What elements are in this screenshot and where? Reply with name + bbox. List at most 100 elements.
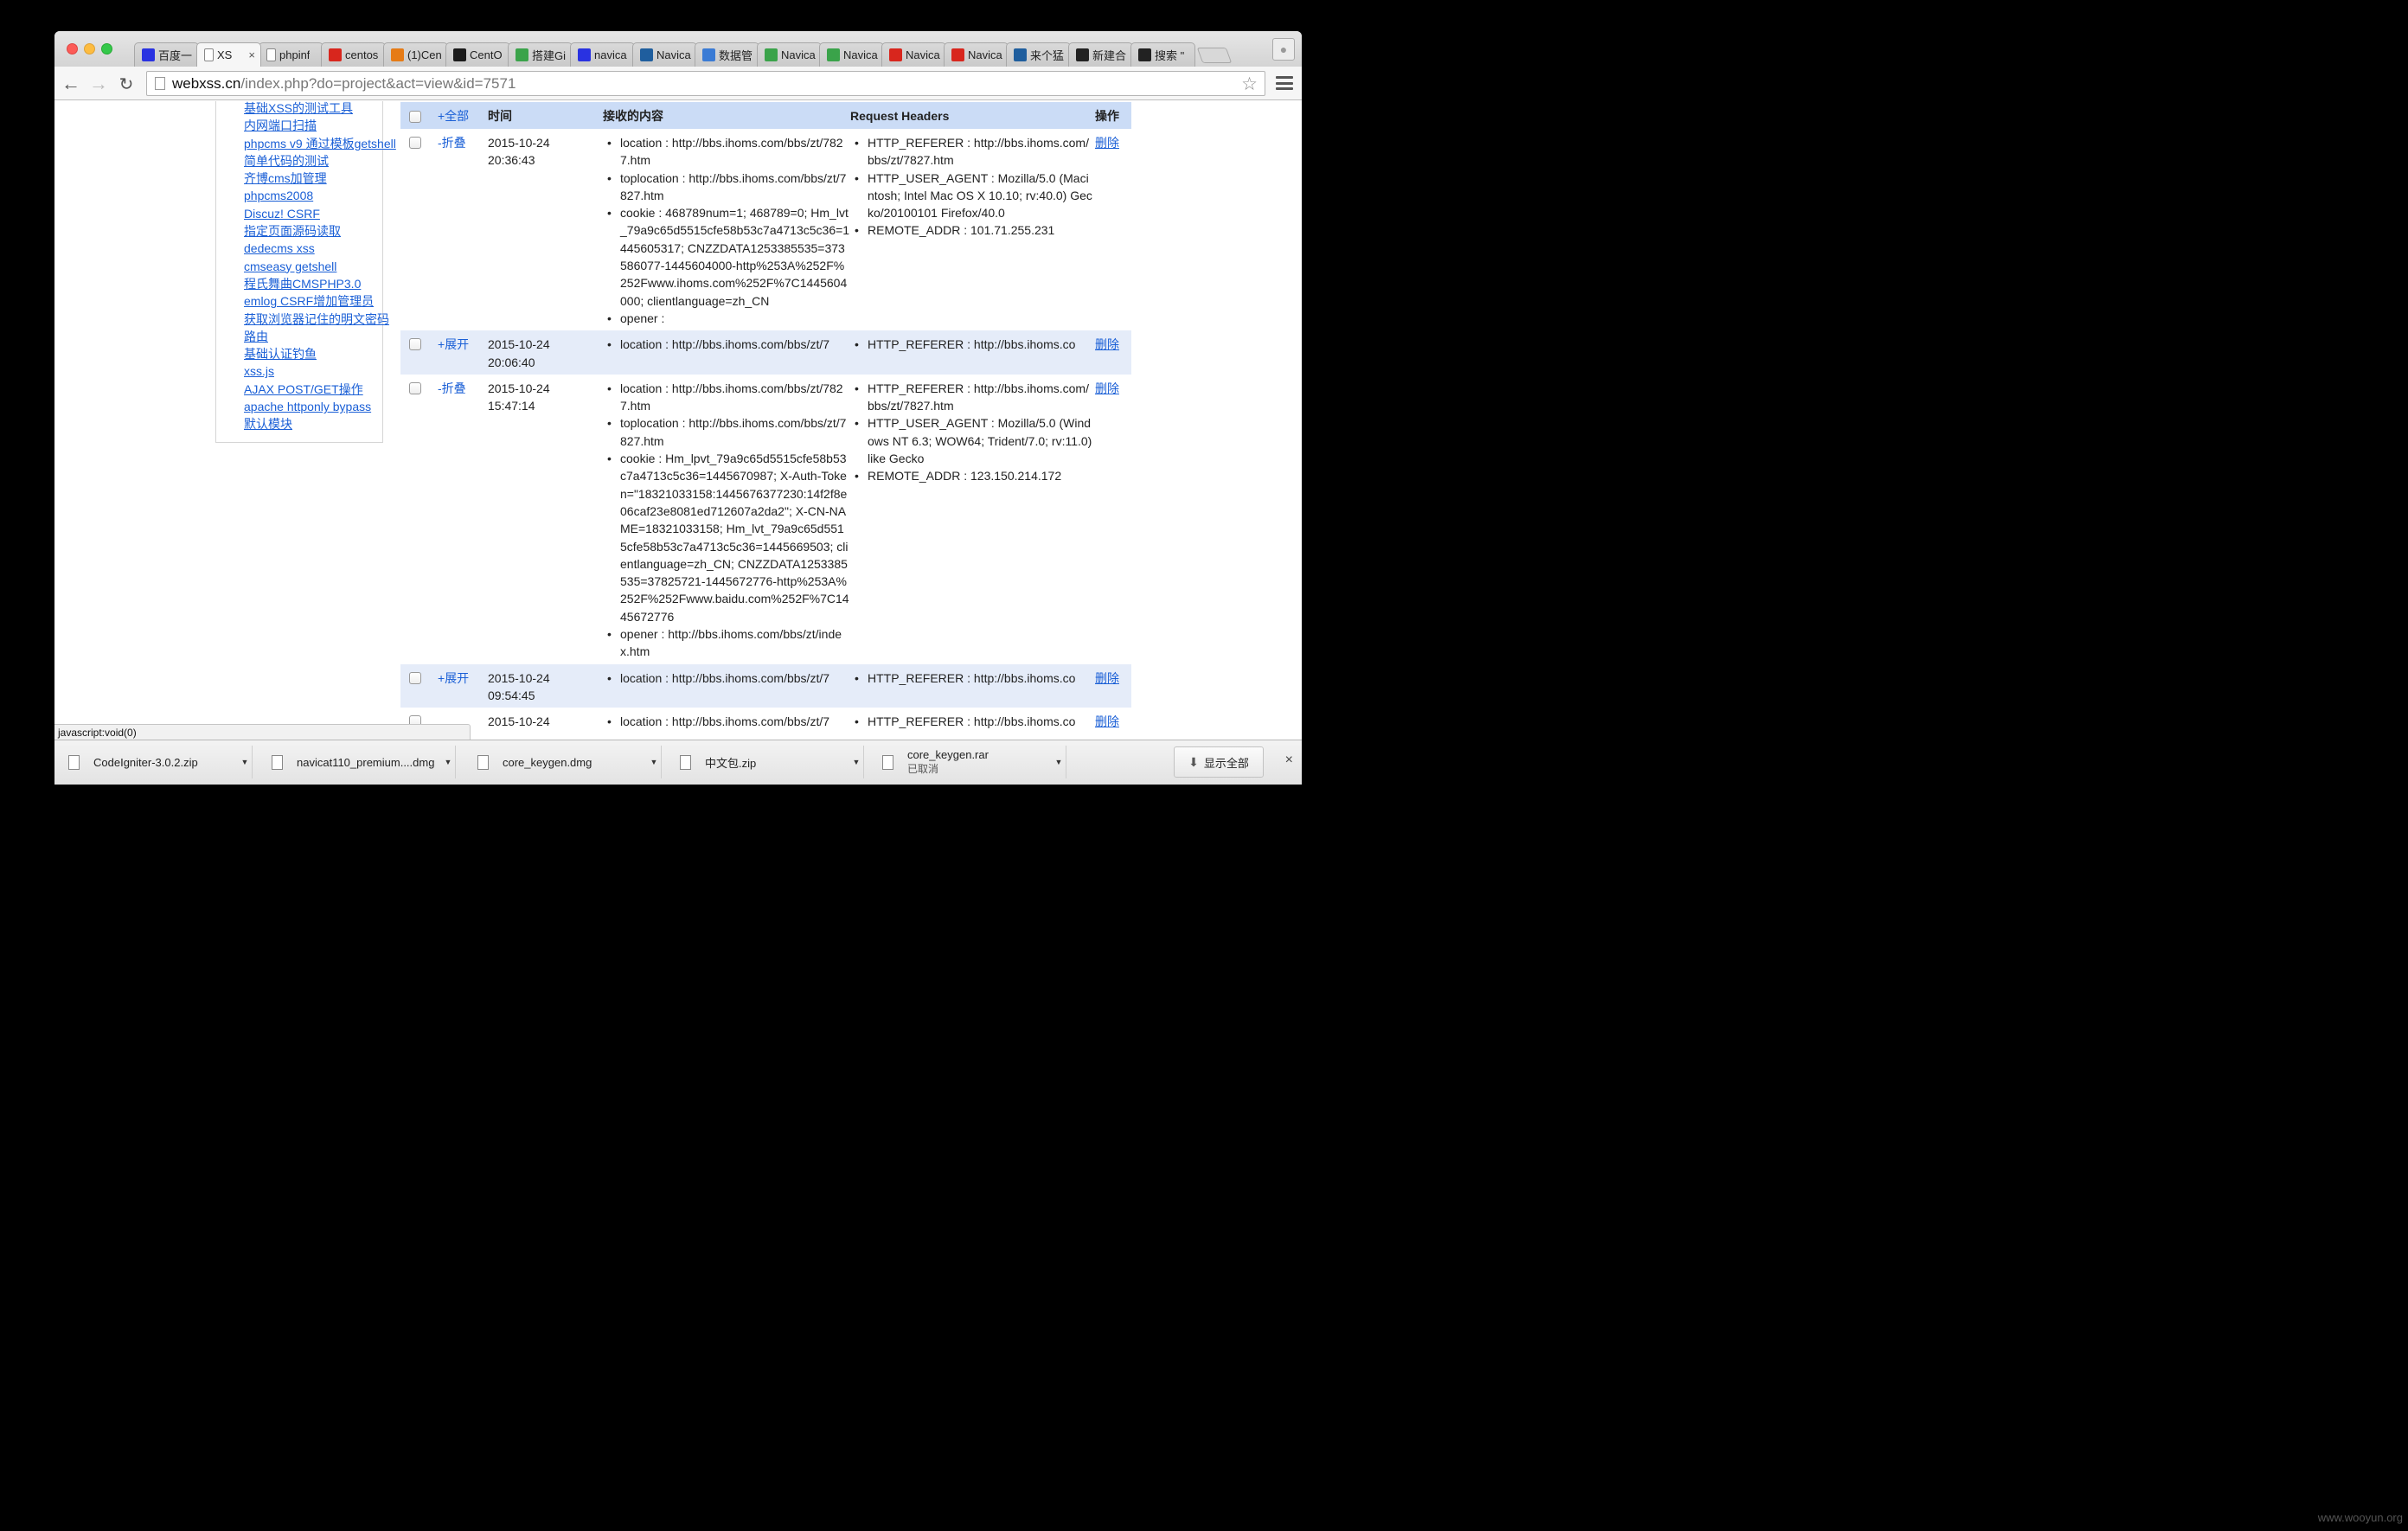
minimize-window-button[interactable]: [84, 43, 95, 54]
tab-title: 来个猛: [1030, 49, 1065, 62]
header-item: HTTP_REFERER : http://bbs.ihoms.co: [850, 336, 1095, 353]
browser-tab[interactable]: 搭建Gi: [508, 42, 573, 67]
browser-tab[interactable]: CentO: [445, 42, 510, 67]
browser-tab[interactable]: Navica: [881, 42, 946, 67]
browser-tab[interactable]: 百度一: [134, 42, 199, 67]
module-link[interactable]: 基础XSS的测试工具: [244, 101, 353, 115]
browser-tab[interactable]: navica: [570, 42, 635, 67]
module-link[interactable]: 基础认证钓鱼: [244, 347, 317, 361]
browser-tab[interactable]: phpinf: [259, 42, 323, 67]
records-table: +全部 时间 接收的内容 Request Headers 操作 -折叠 2015-…: [400, 102, 1131, 740]
cloud-icon: [702, 48, 715, 61]
sidebar-item: Discuz! CSRF: [244, 205, 396, 222]
module-link[interactable]: phpcms2008: [244, 189, 313, 202]
module-link[interactable]: 指定页面源码读取: [244, 224, 341, 238]
back-button[interactable]: ←: [60, 73, 82, 95]
c-green-icon: [516, 48, 528, 61]
browser-tab[interactable]: Navica: [632, 42, 697, 67]
delete-link[interactable]: 删除: [1095, 671, 1119, 685]
reload-button[interactable]: ↻: [115, 73, 138, 95]
row-checkbox[interactable]: [409, 338, 421, 351]
row-toggle-link[interactable]: +展开: [438, 671, 469, 685]
tab-title: 搜索 ": [1155, 49, 1185, 62]
delete-link[interactable]: 删除: [1095, 714, 1119, 728]
browser-tab[interactable]: 来个猛: [1006, 42, 1071, 67]
row-checkbox[interactable]: [409, 671, 421, 684]
header-item: REMOTE_ADDR : 101.71.255.231: [850, 221, 1095, 240]
c-green-icon: [765, 48, 778, 61]
header-item: HTTP_USER_AGENT : Mozilla/5.0 (Macintosh…: [850, 170, 1095, 222]
browser-tab[interactable]: 新建合: [1068, 42, 1133, 67]
module-link[interactable]: 默认模块: [244, 417, 292, 431]
tab-title: phpinf: [279, 48, 311, 61]
browser-tab[interactable]: Navica: [819, 42, 884, 67]
bookmark-star-icon[interactable]: ☆: [1241, 74, 1258, 95]
browser-tab[interactable]: 数据管: [695, 42, 759, 67]
sidebar-item: 基础XSS的测试工具: [244, 101, 396, 117]
row-checkbox[interactable]: [409, 381, 421, 394]
address-bar[interactable]: webxss.cn/index.php?do=project&act=view&…: [146, 71, 1265, 96]
download-item[interactable]: core_keygen.dmg ▼: [464, 746, 662, 778]
module-link[interactable]: apache httponly bypass: [244, 400, 371, 413]
sidebar-item: 基础认证钓鱼: [244, 345, 396, 362]
download-arrow-icon: ⬇: [1188, 754, 1199, 769]
row-headers-cell: HTTP_REFERER : http://bbs.ihoms.com/bbs/…: [850, 375, 1095, 664]
module-link[interactable]: emlog CSRF增加管理员: [244, 294, 374, 308]
row-select-cell: [400, 129, 438, 330]
download-menu-caret-icon[interactable]: ▼: [849, 758, 863, 766]
module-link[interactable]: dedecms xss: [244, 241, 315, 255]
browser-toolbar: ← → ↻ webxss.cn/index.php?do=project&act…: [54, 67, 1302, 100]
module-link[interactable]: 获取浏览器记住的明文密码: [244, 312, 389, 326]
download-menu-caret-icon[interactable]: ▼: [441, 758, 455, 766]
module-link[interactable]: 内网端口扫描: [244, 119, 317, 132]
close-download-shelf-button[interactable]: ×: [1285, 753, 1293, 768]
new-tab-button[interactable]: [1196, 48, 1233, 63]
delete-link[interactable]: 删除: [1095, 337, 1119, 351]
row-op-cell: 删除: [1095, 375, 1131, 664]
download-item[interactable]: navicat110_premium....dmg ▼: [258, 746, 456, 778]
module-link[interactable]: 简单代码的测试: [244, 154, 329, 168]
browser-tab[interactable]: XS ×: [196, 42, 261, 67]
module-link[interactable]: 程氏舞曲CMSPHP3.0: [244, 277, 361, 291]
module-link[interactable]: 齐博cms加管理: [244, 171, 327, 185]
browser-tab[interactable]: 搜索 ": [1130, 42, 1195, 67]
row-time: 15:47:14: [488, 399, 535, 413]
forward-button[interactable]: →: [87, 73, 110, 95]
delete-link[interactable]: 删除: [1095, 381, 1119, 395]
delete-link[interactable]: 删除: [1095, 136, 1119, 150]
download-item[interactable]: CodeIgniter-3.0.2.zip ▼: [54, 746, 253, 778]
row-toggle-link[interactable]: +展开: [438, 337, 469, 351]
tab-close-icon[interactable]: ×: [248, 48, 255, 61]
browser-tab[interactable]: centos: [321, 42, 386, 67]
browser-tab[interactable]: Navica: [944, 42, 1009, 67]
download-item[interactable]: 中文包.zip ▼: [666, 746, 864, 778]
row-checkbox[interactable]: [409, 137, 421, 149]
row-op-cell: 删除: [1095, 663, 1131, 708]
module-link[interactable]: cmseasy getshell: [244, 259, 336, 273]
row-date: 2015-10-24: [488, 381, 550, 395]
zoom-window-button[interactable]: [101, 43, 112, 54]
chrome-menu-button[interactable]: [1276, 74, 1293, 92]
download-menu-caret-icon[interactable]: ▼: [647, 758, 661, 766]
file-icon: [477, 754, 489, 770]
tab-title: 新建合: [1092, 49, 1127, 62]
download-menu-caret-icon[interactable]: ▼: [238, 758, 252, 766]
row-toggle-link[interactable]: -折叠: [438, 136, 466, 150]
download-item[interactable]: core_keygen.rar 已取消 ▼: [868, 746, 1066, 778]
module-link[interactable]: phpcms v9 通过模板getshell: [244, 137, 396, 151]
close-window-button[interactable]: [67, 43, 78, 54]
module-link[interactable]: AJAX POST/GET操作: [244, 382, 363, 396]
show-all-downloads-button[interactable]: ⬇ 显示全部: [1174, 746, 1264, 778]
profile-icon[interactable]: ●: [1272, 38, 1295, 61]
sidebar-item: 指定页面源码读取: [244, 222, 396, 240]
download-menu-caret-icon[interactable]: ▼: [1052, 758, 1066, 766]
toggle-all-link[interactable]: +全部: [438, 109, 469, 123]
browser-tab[interactable]: (1)Cen: [383, 42, 448, 67]
module-link[interactable]: Discuz! CSRF: [244, 207, 320, 221]
module-link[interactable]: 路由: [244, 330, 268, 343]
select-all-checkbox[interactable]: [409, 110, 421, 123]
browser-tab[interactable]: Navica: [757, 42, 822, 67]
row-toggle-link[interactable]: -折叠: [438, 381, 466, 395]
url-text[interactable]: webxss.cn/index.php?do=project&act=view&…: [172, 75, 516, 93]
module-link[interactable]: xss.js: [244, 364, 274, 378]
